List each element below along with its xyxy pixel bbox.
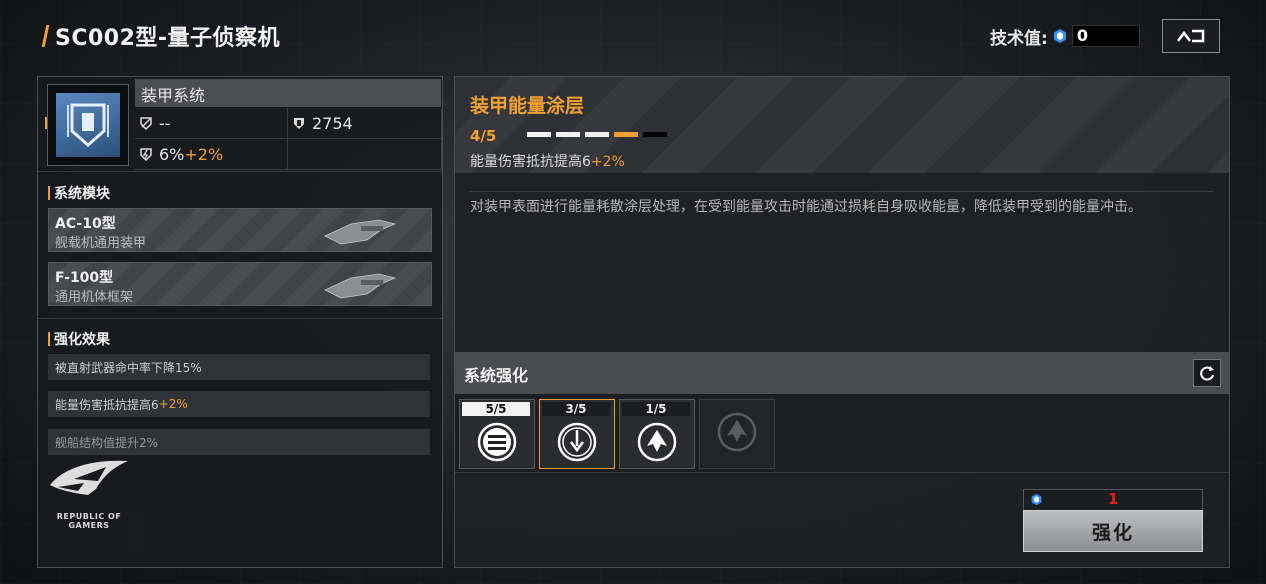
rog-line1: REPUBLIC OF bbox=[56, 512, 122, 521]
enhance-header: 系统强化 bbox=[455, 352, 1229, 394]
effect-text: 能量伤害抵抗提高6 bbox=[55, 397, 159, 412]
level-pip bbox=[614, 132, 638, 137]
enhance-button[interactable]: 强化 bbox=[1023, 510, 1203, 552]
drop-arrow-icon bbox=[557, 422, 597, 462]
effect-bonus: +2% bbox=[158, 397, 188, 411]
skill-effect: 能量伤害抵抗提高6+2% bbox=[470, 151, 625, 171]
stat-energy-base: 6% bbox=[159, 144, 185, 164]
slot-level: 1/5 bbox=[622, 402, 690, 416]
stat-deflect-value: -- bbox=[159, 113, 171, 133]
modules-title-accent bbox=[48, 186, 50, 200]
tech-point-icon bbox=[1053, 29, 1066, 43]
up-arrow-icon bbox=[637, 422, 677, 462]
armor-icon bbox=[294, 118, 304, 129]
skill-effect-bonus: +2% bbox=[590, 154, 625, 170]
enhance-slot[interactable]: 1/5 bbox=[619, 399, 695, 469]
level-pip bbox=[556, 132, 580, 137]
stat-energy-bonus: +2% bbox=[184, 144, 224, 164]
energy-resist-icon bbox=[140, 148, 152, 161]
locked-arrow-icon bbox=[717, 412, 757, 452]
modules-title-text: 系统模块 bbox=[54, 186, 110, 202]
rog-text: REPUBLIC OF GAMERS bbox=[44, 512, 134, 530]
armor-icon-frame[interactable] bbox=[47, 84, 129, 166]
module-frame-icon bbox=[324, 273, 397, 299]
module-card-f100[interactable]: F-100型 通用机体框架 bbox=[48, 262, 432, 306]
slot-level: 3/5 bbox=[542, 402, 610, 416]
effect-row: 能量伤害抵抗提高6 +2% bbox=[48, 391, 430, 417]
effects-title-accent bbox=[48, 332, 50, 346]
menu-lines-icon bbox=[477, 422, 517, 462]
right-panel: 装甲能量涂层 4/5 能量伤害抵抗提高6+2% 对装甲表面进行能量耗散涂层处理，… bbox=[454, 76, 1230, 568]
effect-row: 舰船结构值提升2% bbox=[48, 429, 430, 455]
effects-title-text: 强化效果 bbox=[54, 332, 110, 348]
cost-value: 1 bbox=[1108, 490, 1119, 508]
deflect-icon bbox=[140, 117, 152, 130]
back-arrow-icon bbox=[1177, 29, 1205, 43]
stat-empty bbox=[288, 139, 442, 170]
module-sub: 舰载机通用装甲 bbox=[55, 236, 147, 251]
stat-deflect: -- bbox=[135, 108, 288, 139]
level-pip bbox=[527, 132, 551, 137]
tech-value: 0 bbox=[1071, 25, 1140, 47]
level-pip bbox=[585, 132, 609, 137]
rog-eye-icon bbox=[50, 460, 128, 495]
refresh-icon bbox=[1200, 366, 1214, 381]
enhance-slot-selected[interactable]: 3/5 bbox=[539, 399, 615, 469]
module-sub: 通用机体框架 bbox=[55, 290, 134, 305]
rog-logo: REPUBLIC OF GAMERS bbox=[44, 455, 144, 551]
skill-effect-text: 能量伤害抵抗提高6 bbox=[470, 154, 591, 170]
armor-system-header: 装甲系统 -- 2754 6% +2% bbox=[38, 77, 442, 172]
skill-header: 装甲能量涂层 4/5 能量伤害抵抗提高6+2% bbox=[455, 77, 1229, 173]
page-title-bar: SC002型-量子侦察机 bbox=[41, 22, 281, 51]
enhance-slot[interactable]: 5/5 bbox=[459, 399, 535, 469]
armor-name: 装甲系统 bbox=[141, 86, 206, 105]
divider bbox=[38, 318, 442, 319]
module-card-ac10[interactable]: AC-10型 舰载机通用装甲 bbox=[48, 208, 432, 252]
stat-energy-resist: 6% +2% bbox=[135, 139, 288, 170]
armor-name-row: 装甲系统 bbox=[135, 79, 441, 107]
module-turret-icon bbox=[324, 219, 397, 245]
level-pip bbox=[643, 132, 667, 137]
tech-value-display: 技术值: 0 bbox=[990, 24, 1140, 49]
enhance-slots: 5/5 3/5 1/5 bbox=[455, 394, 1229, 473]
effect-text: 舰船结构值提升2% bbox=[55, 435, 159, 450]
page-title: SC002型-量子侦察机 bbox=[55, 26, 281, 51]
module-name: F-100型 bbox=[55, 270, 114, 286]
effect-text: 被直射武器命中率下降15% bbox=[55, 360, 202, 375]
effects-title: 强化效果 bbox=[48, 329, 110, 349]
refresh-button[interactable] bbox=[1193, 359, 1221, 387]
stat-armor-value: 2754 bbox=[312, 113, 353, 133]
enhance-slot-locked[interactable] bbox=[699, 399, 775, 469]
module-name: AC-10型 bbox=[55, 216, 116, 232]
rog-line2: GAMERS bbox=[68, 521, 110, 530]
skill-description: 对装甲表面进行能量耗散涂层处理，在受到能量攻击时能通过损耗自身吸收能量，降低装甲… bbox=[470, 191, 1214, 216]
effect-row: 被直射武器命中率下降15% bbox=[48, 354, 430, 380]
slot-level: 5/5 bbox=[462, 402, 530, 416]
cost-display: 1 bbox=[1023, 489, 1203, 511]
skill-level: 4/5 bbox=[470, 127, 497, 145]
tech-point-icon bbox=[1031, 493, 1042, 506]
shield-icon bbox=[56, 93, 120, 157]
enhance-title: 系统强化 bbox=[464, 366, 529, 385]
skill-title: 装甲能量涂层 bbox=[470, 95, 585, 117]
modules-title: 系统模块 bbox=[48, 183, 110, 203]
back-button[interactable] bbox=[1162, 19, 1220, 53]
stat-armor: 2754 bbox=[288, 108, 442, 139]
skill-level-pips bbox=[527, 132, 667, 137]
tech-label: 技术值: bbox=[990, 28, 1048, 49]
